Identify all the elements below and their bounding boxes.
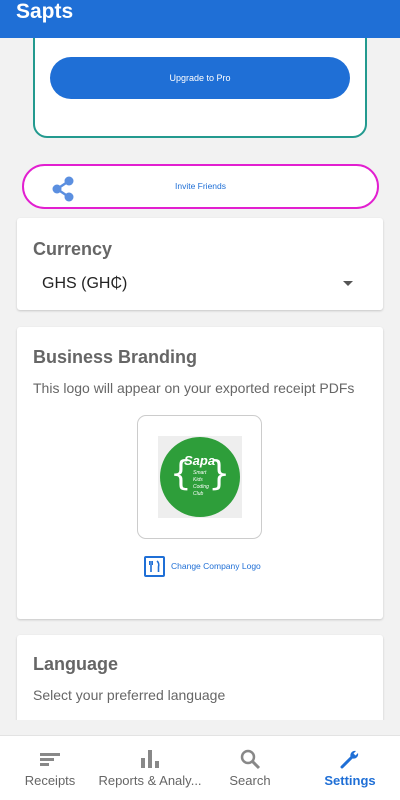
invite-friends-label: Invite Friends (174, 181, 227, 191)
nav-item-search[interactable]: Search (200, 736, 300, 800)
upgrade-to-pro-button[interactable]: Upgrade to Pro (50, 57, 350, 99)
language-description: Select your preferred language (33, 687, 226, 703)
language-title: Language (33, 654, 119, 674)
change-company-logo-button[interactable]: Change Company Logo (144, 555, 261, 577)
logo-circle: { } Sapa Smart Kids Coding Club (160, 437, 240, 517)
logo-tagline-line: Club (193, 491, 204, 497)
dropdown-arrow-icon (343, 281, 353, 286)
nav-label-settings: Settings (324, 773, 376, 788)
business-branding-card: Business Branding This logo will appear … (17, 327, 383, 619)
nav-item-settings[interactable]: Settings (300, 736, 400, 800)
branding-title: Business Branding (33, 347, 198, 367)
nav-item-reports[interactable]: Reports & Analy... (97, 736, 203, 800)
language-card[interactable]: Language Select your preferred language (17, 635, 383, 720)
receipts-icon (40, 753, 60, 766)
bottom-navigation: Receipts Reports & Analy... Search Setti… (0, 735, 400, 800)
currency-select[interactable]: GHS (GH₵) (42, 270, 357, 300)
nav-label-reports: Reports & Analy... (98, 773, 202, 788)
currency-card: Currency GHS (GH₵) (17, 218, 383, 310)
company-logo-frame[interactable]: { } Sapa Smart Kids Coding Club (137, 415, 262, 539)
logo-tagline: Smart Kids Coding Club (193, 470, 209, 498)
branding-description: This logo will appear on your exported r… (33, 380, 355, 396)
nav-label-receipts: Receipts (24, 773, 76, 788)
logo-tagline-line: Kids (193, 477, 203, 483)
logo-tagline-line: Coding (193, 484, 209, 490)
invite-friends-button[interactable]: Invite Friends (22, 164, 379, 209)
settings-icon (340, 750, 359, 769)
nav-label-search: Search (229, 773, 271, 788)
settings-content[interactable]: y g Upgrade to Pro Invite Friends Curren… (0, 38, 400, 720)
search-icon (240, 749, 261, 770)
reports-icon (141, 750, 159, 768)
logo-brand-text: Sapa (184, 453, 216, 468)
app-title: Sapts (16, 0, 74, 23)
change-logo-label: Change Company Logo (171, 561, 261, 571)
restaurant-icon (144, 555, 165, 577)
company-logo-image: { } Sapa Smart Kids Coding Club (158, 436, 242, 518)
currency-title: Currency (33, 239, 113, 259)
app-bar: Sapts (0, 0, 400, 38)
currency-selected-value: GHS (GH₵) (42, 275, 128, 292)
pro-upgrade-card: y g Upgrade to Pro (33, 38, 367, 138)
logo-tagline-line: Smart (193, 470, 207, 476)
nav-item-receipts[interactable]: Receipts (0, 736, 100, 800)
